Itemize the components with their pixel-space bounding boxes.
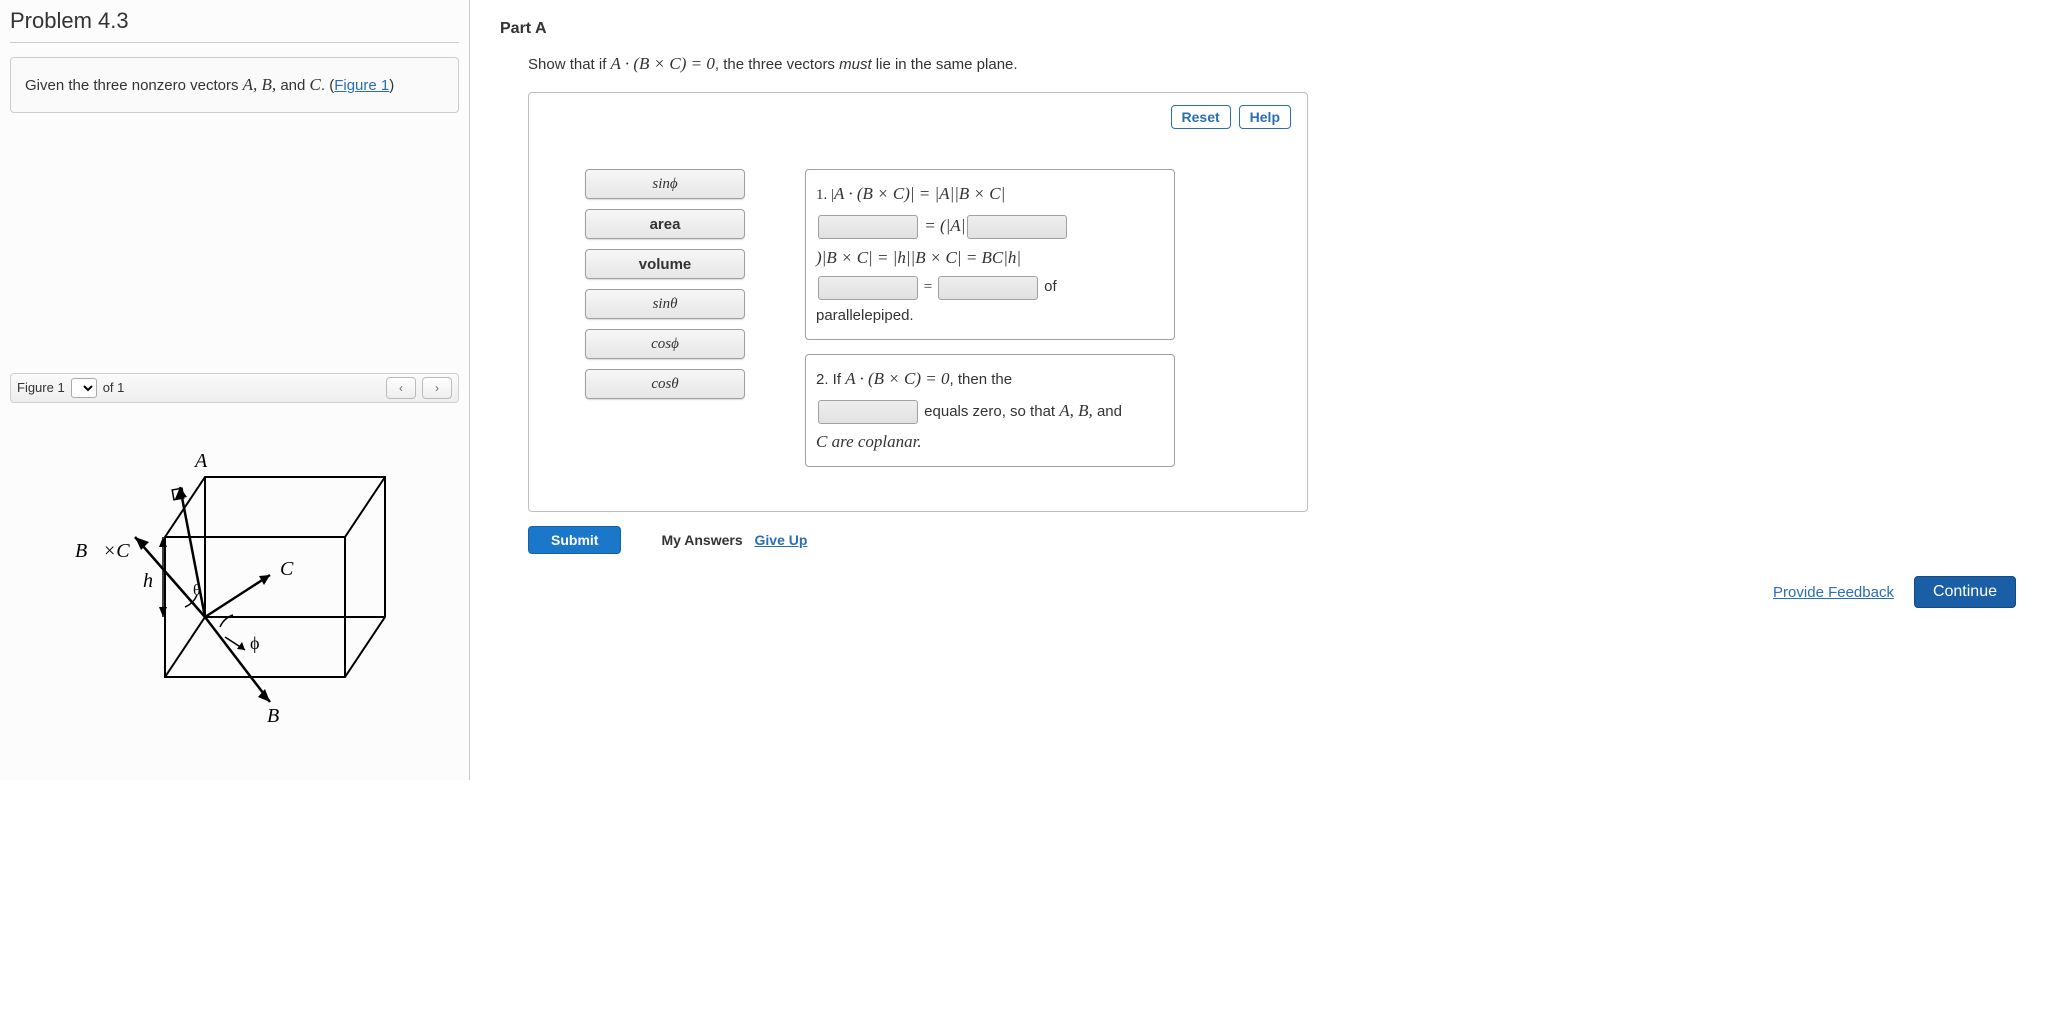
problem-sidebar: Problem 4.3 Given the three nonzero vect…: [0, 0, 470, 780]
figure-of: of 1: [103, 380, 125, 395]
proof-step-2: 2. If A · (B × C) = 0, then the equals z…: [805, 354, 1175, 467]
figure-select[interactable]: [71, 378, 97, 398]
tile-sintheta[interactable]: sinθ: [585, 289, 745, 319]
label-phi: ϕ: [250, 633, 259, 653]
p2-and: and: [1093, 403, 1122, 420]
part-instruction: Show that if A · (B × C) = 0, the three …: [528, 54, 2026, 74]
tile-cosphi[interactable]: cosϕ: [585, 329, 745, 359]
p2-post: , then the: [950, 371, 1013, 388]
tile-volume[interactable]: volume: [585, 249, 745, 279]
submit-button[interactable]: Submit: [528, 526, 621, 554]
given-paren-close: ): [389, 77, 394, 94]
instr-eq: A · (B × C) = 0: [611, 54, 715, 73]
help-button[interactable]: Help: [1239, 105, 1291, 129]
p1-l4of: of: [1040, 278, 1057, 295]
tile-sinphi[interactable]: sinϕ: [585, 169, 745, 199]
tile-costheta[interactable]: cosθ: [585, 369, 745, 399]
divider: [10, 42, 459, 43]
answer-workspace: Reset Help sinϕ area volume sinθ cosϕ co…: [528, 92, 1308, 512]
instr-must: must: [839, 56, 872, 73]
reset-button[interactable]: Reset: [1171, 105, 1231, 129]
p1-mid: = (|A|: [920, 216, 965, 235]
give-up-link[interactable]: Give Up: [755, 532, 808, 548]
drop-slot[interactable]: [818, 215, 918, 239]
continue-button[interactable]: Continue: [1914, 576, 2016, 608]
figure-image: A⃗ B⃗×C⃗ h θ C⃗ ϕ B⃗: [10, 417, 459, 737]
instr-post: lie in the same plane.: [872, 56, 1018, 73]
given-text: Given the three nonzero vectors: [25, 77, 243, 94]
p2-vecs: A, B,: [1059, 401, 1093, 420]
figure-toolbar: Figure 1 of 1 ‹ ›: [10, 373, 459, 403]
drop-slot[interactable]: [967, 215, 1067, 239]
chevron-left-icon: ‹: [399, 381, 403, 395]
chevron-right-icon: ›: [435, 381, 439, 395]
figure-label: Figure 1: [17, 380, 65, 395]
given-vectors: A, B,: [243, 75, 277, 94]
part-title: Part A: [500, 20, 2026, 38]
part-content: Part A Show that if A · (B × C) = 0, the…: [470, 0, 2046, 780]
p2-l2post: equals zero, so that: [920, 403, 1059, 420]
p1-l4eq: =: [920, 279, 936, 295]
p2-l3: C are coplanar.: [816, 432, 922, 451]
label-A: A⃗: [193, 450, 223, 472]
p1-l3: )|B × C| = |h||B × C| = BC|h|: [816, 248, 1021, 267]
p2-pre: 2. If: [816, 371, 845, 388]
instr-mid: , the three vectors: [715, 56, 839, 73]
given-vector-c: C: [310, 75, 321, 94]
label-B: B⃗: [267, 705, 295, 727]
given-paren-open: . (: [321, 77, 334, 94]
provide-feedback-link[interactable]: Provide Feedback: [1773, 584, 1894, 601]
label-theta: θ: [193, 582, 201, 599]
figure-prev-button[interactable]: ‹: [386, 377, 416, 399]
footer-row: Provide Feedback Continue: [500, 576, 2026, 608]
figure-link[interactable]: Figure 1: [334, 77, 389, 94]
given-and: and: [276, 77, 309, 94]
given-statement: Given the three nonzero vectors A, B, an…: [10, 57, 459, 113]
figure-next-button[interactable]: ›: [422, 377, 452, 399]
parallelepiped-diagram: A⃗ B⃗×C⃗ h θ C⃗ ϕ B⃗: [45, 417, 425, 737]
label-BxC: B⃗×C⃗: [75, 540, 145, 562]
p1-eq: A · (B × C)| = |A||B × C|: [834, 184, 1005, 203]
my-answers-label: My Answers: [661, 532, 742, 548]
drop-slot[interactable]: [938, 276, 1038, 300]
problem-title: Problem 4.3: [10, 8, 459, 34]
p1-pre: 1. |: [816, 187, 834, 203]
instr-pre: Show that if: [528, 56, 611, 73]
proof-step-1: 1. |A · (B × C)| = |A||B × C| = (|A| )|B…: [805, 169, 1175, 340]
p2-eq: A · (B × C) = 0: [845, 369, 949, 388]
submit-row: Submit My Answers Give Up: [528, 526, 2026, 554]
label-C: C⃗: [280, 558, 309, 580]
p1-l5: parallelepiped.: [816, 307, 914, 324]
drop-slot[interactable]: [818, 276, 918, 300]
drop-slot[interactable]: [818, 400, 918, 424]
draggable-tiles: sinϕ area volume sinθ cosϕ cosθ: [585, 169, 745, 399]
label-h: h: [143, 570, 153, 592]
tile-area[interactable]: area: [585, 209, 745, 239]
